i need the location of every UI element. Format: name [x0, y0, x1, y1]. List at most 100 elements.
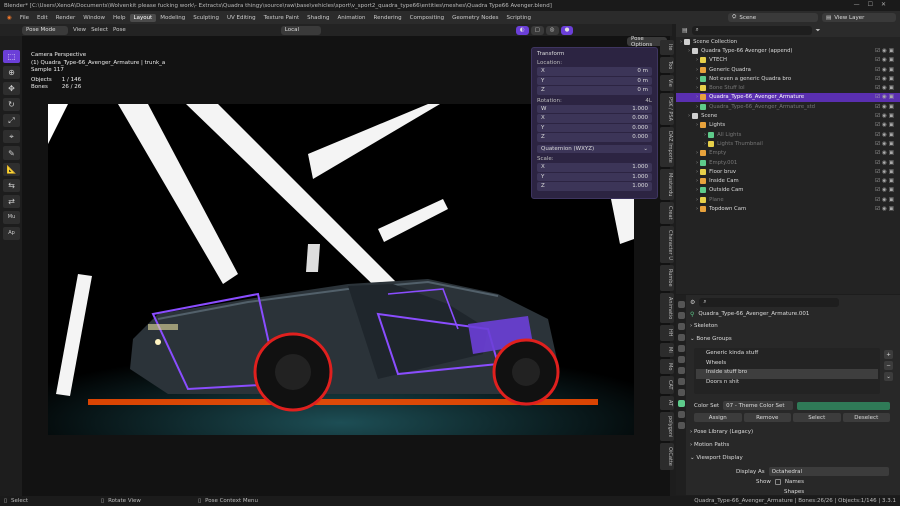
- rotation-y-field[interactable]: Y 0.000: [537, 123, 652, 132]
- visibility-toggle-icon[interactable]: ☑◉▣: [875, 197, 896, 203]
- outliner-row[interactable]: › Floor bruv ☑◉▣: [676, 167, 900, 176]
- scale-z-field[interactable]: Z 1.000: [537, 182, 652, 191]
- outliner-row[interactable]: › Bone Stuff lol ☑◉▣: [676, 83, 900, 92]
- tab-rendering[interactable]: Rendering: [370, 14, 406, 22]
- sidebar-tab-rumbe[interactable]: Rumbe: [660, 265, 674, 292]
- mu-tool[interactable]: Mu: [3, 210, 20, 224]
- expand-arrow-icon[interactable]: ›: [704, 141, 706, 147]
- outliner-row[interactable]: › Scene Collection: [676, 37, 900, 46]
- view-layer-tab-icon[interactable]: [677, 334, 685, 341]
- mode-selector[interactable]: Pose Mode: [22, 25, 68, 35]
- sidebar-tab-oicatte[interactable]: OiCatte: [660, 443, 674, 470]
- sidebar-tab-character-ui[interactable]: Character U: [660, 225, 674, 264]
- display-as-dropdown[interactable]: Octahedral: [768, 467, 889, 476]
- scale-x-field[interactable]: X 1.000: [537, 163, 652, 172]
- visibility-toggle-icon[interactable]: ☑◉▣: [875, 67, 896, 73]
- assign-button[interactable]: Assign: [694, 413, 742, 422]
- skeleton-panel-header[interactable]: › Skeleton: [690, 323, 718, 329]
- remove-icon[interactable]: −: [884, 361, 893, 370]
- sidebar-tab-create[interactable]: Creat: [660, 201, 674, 224]
- chevron-down-icon[interactable]: ⌄: [884, 372, 893, 381]
- expand-arrow-icon[interactable]: ›: [696, 76, 698, 82]
- color-set-dropdown[interactable]: 07 - Theme Color Set: [723, 401, 794, 410]
- rotation-mode-dropdown[interactable]: Quaternion (WXYZ) ⌄: [537, 144, 652, 153]
- tab-texture-paint[interactable]: Texture Paint: [260, 14, 304, 22]
- outliner-row[interactable]: › Generic Quadra ☑◉▣: [676, 65, 900, 74]
- pose-library-panel-header[interactable]: › Pose Library (Legacy): [690, 429, 753, 435]
- cursor-tool-icon[interactable]: ⊕: [3, 66, 20, 80]
- select-box-tool-icon[interactable]: ⬚: [3, 50, 20, 64]
- menu-file[interactable]: File: [16, 15, 33, 21]
- list-item[interactable]: Generic kinda stuff: [696, 350, 878, 360]
- expand-arrow-icon[interactable]: ›: [688, 113, 690, 119]
- sidebar-tab-mi[interactable]: Mi: [660, 342, 674, 357]
- sidebar-tab-item[interactable]: Ite: [660, 40, 674, 55]
- tab-uv-editing[interactable]: UV Editing: [223, 14, 260, 22]
- transform-tool-icon[interactable]: ⌖: [3, 130, 20, 144]
- shapes-checkbox[interactable]: Shapes: [784, 489, 804, 495]
- expand-arrow-icon[interactable]: ›: [696, 104, 698, 110]
- expand-arrow-icon[interactable]: ›: [696, 150, 698, 156]
- visibility-toggle-icon[interactable]: ☑◉▣: [875, 122, 896, 128]
- expand-arrow-icon[interactable]: ›: [696, 122, 698, 128]
- move-tool-icon[interactable]: ✥: [3, 82, 20, 96]
- list-item-selected[interactable]: Inside stuff bro: [696, 369, 878, 379]
- outliner-row[interactable]: › Empty ☑◉▣: [676, 149, 900, 158]
- menu-help[interactable]: Help: [109, 15, 130, 21]
- tab-modeling[interactable]: Modeling: [156, 14, 189, 22]
- expand-arrow-icon[interactable]: ›: [696, 206, 698, 212]
- scene-tab-icon[interactable]: [677, 345, 685, 352]
- tool-tab-icon[interactable]: [677, 301, 685, 308]
- menu-edit[interactable]: Edit: [33, 15, 52, 21]
- rotate-tool-icon[interactable]: ↻: [3, 98, 20, 112]
- expand-arrow-icon[interactable]: ›: [696, 94, 698, 100]
- sidebar-tab-polygoniq[interactable]: polygoni: [660, 411, 674, 441]
- tab-compositing[interactable]: Compositing: [406, 14, 448, 22]
- outliner-row[interactable]: › Plane ☑◉▣: [676, 195, 900, 204]
- bone-constraints-tab-icon[interactable]: [677, 422, 685, 429]
- outliner-row[interactable]: › Scene ☑◉▣: [676, 111, 900, 120]
- bone-groups-panel-header[interactable]: ⌄ Bone Groups: [690, 336, 732, 342]
- breakdowner-tool-icon[interactable]: ⇆: [3, 178, 20, 192]
- menu-view[interactable]: View: [73, 27, 86, 33]
- expand-arrow-icon[interactable]: ›: [696, 187, 698, 193]
- color-set-swatches[interactable]: [797, 401, 890, 410]
- menu-select[interactable]: Select: [91, 27, 108, 33]
- outliner-search-input[interactable]: ⌕: [691, 26, 812, 35]
- viewport-display-panel-header[interactable]: ⌄ Viewport Display: [690, 455, 743, 461]
- render-tab-icon[interactable]: [677, 312, 685, 319]
- expand-arrow-icon[interactable]: ›: [696, 160, 698, 166]
- outliner-row[interactable]: › Topdown Cam ☑◉▣: [676, 204, 900, 213]
- expand-arrow-icon[interactable]: ›: [704, 132, 706, 138]
- visibility-toggle-icon[interactable]: ☑◉▣: [875, 48, 896, 54]
- outliner-row[interactable]: › Lights Thumbnail ☑◉▣: [676, 139, 900, 148]
- visibility-toggle-icon[interactable]: ☑◉▣: [875, 150, 896, 156]
- wireframe-shading-icon[interactable]: ◎: [545, 25, 559, 35]
- sidebar-tab-hh[interactable]: HH: [660, 325, 674, 341]
- blender-logo-icon[interactable]: ◉: [3, 15, 16, 21]
- measure-tool-icon[interactable]: 📐: [3, 162, 20, 176]
- object-name-field[interactable]: Quadra_Type-66_Avenger_Armature.001: [698, 311, 809, 317]
- tab-layout[interactable]: Layout: [129, 13, 157, 22]
- location-x-field[interactable]: X 0 m: [537, 67, 652, 76]
- sidebar-tab-animation[interactable]: Animatio: [660, 293, 674, 324]
- expand-arrow-icon[interactable]: ›: [696, 178, 698, 184]
- scale-tool-icon[interactable]: ⤢: [3, 114, 20, 128]
- location-z-field[interactable]: Z 0 m: [537, 86, 652, 95]
- tab-animation[interactable]: Animation: [333, 14, 369, 22]
- rotation-x-field[interactable]: X 0.000: [537, 114, 652, 123]
- tab-sculpting[interactable]: Sculpting: [189, 14, 223, 22]
- menu-render[interactable]: Render: [52, 15, 80, 21]
- sidebar-tab-psk-psa[interactable]: PSK / PSA: [660, 92, 674, 125]
- ap-tool[interactable]: Ap: [3, 226, 20, 240]
- menu-pose[interactable]: Pose: [113, 27, 126, 33]
- tab-geometry-nodes[interactable]: Geometry Nodes: [448, 14, 502, 22]
- visibility-toggle-icon[interactable]: ☑◉▣: [875, 94, 896, 100]
- tab-scripting[interactable]: Scripting: [503, 14, 535, 22]
- properties-type-icon[interactable]: ⚙: [690, 299, 695, 306]
- list-item[interactable]: Doors n shit: [696, 379, 878, 389]
- visibility-toggle-icon[interactable]: ☑◉▣: [875, 76, 896, 82]
- scene-selector[interactable]: ⛭ Scene: [728, 13, 818, 22]
- outliner-row[interactable]: › All Lights ☑◉▣: [676, 130, 900, 139]
- sidebar-tab-tool[interactable]: Too: [660, 56, 674, 73]
